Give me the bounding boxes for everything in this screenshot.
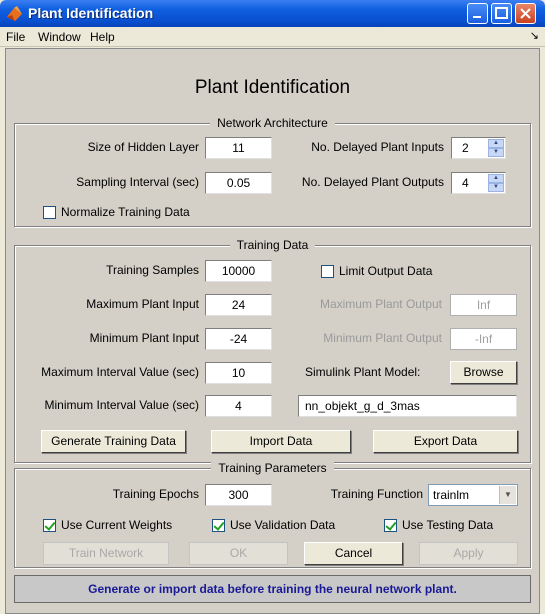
simulink-model-label: Simulink Plant Model:: [305, 365, 421, 379]
limit-output-checkbox[interactable]: Limit Output Data: [321, 264, 432, 278]
delayed-outputs-value: 4: [462, 176, 469, 190]
max-plant-output-label: Maximum Plant Output: [319, 297, 442, 311]
delayed-inputs-label: No. Delayed Plant Inputs: [311, 140, 444, 154]
use-testing-label: Use Testing Data: [402, 518, 494, 532]
training-function-select[interactable]: trainlm ▼: [428, 484, 518, 506]
hidden-layer-label: Size of Hidden Layer: [87, 140, 199, 154]
use-validation-checkbox[interactable]: Use Validation Data: [212, 518, 335, 532]
use-validation-label: Use Validation Data: [230, 518, 336, 532]
training-epochs-label: Training Epochs: [112, 487, 199, 501]
max-interval-label: Maximum Interval Value (sec): [41, 365, 199, 379]
close-icon: [520, 8, 531, 19]
sampling-interval-input[interactable]: 0.05: [205, 172, 272, 194]
panel-title-training-parameters: Training Parameters: [211, 461, 334, 475]
normalize-checkbox[interactable]: Normalize Training Data: [43, 205, 190, 219]
min-interval-label: Minimum Interval Value (sec): [44, 398, 200, 412]
import-data-button[interactable]: Import Data: [211, 430, 351, 453]
delayed-outputs-spinner[interactable]: 4 ▲ ▼: [451, 172, 506, 194]
train-network-button[interactable]: Train Network: [43, 542, 169, 565]
hidden-layer-input[interactable]: 11: [205, 137, 272, 159]
menu-bar: File Window Help ↘: [0, 27, 545, 47]
panel-title-training-data: Training Data: [229, 238, 316, 252]
page-title: Plant Identification: [194, 77, 351, 98]
training-parameters-panel: Training Parameters Training Epochs 300 …: [14, 461, 531, 568]
export-data-button[interactable]: Export Data: [373, 430, 518, 453]
dialog-content: Plant Identification Network Architectur…: [5, 48, 540, 614]
training-function-value: trainlm: [433, 488, 470, 502]
spin-up-icon[interactable]: ▲: [488, 174, 504, 183]
max-plant-output-field: Inf: [450, 294, 517, 316]
training-epochs-input[interactable]: 300: [205, 484, 272, 506]
chevron-down-icon[interactable]: ▼: [499, 486, 516, 504]
menu-window[interactable]: Window: [38, 30, 81, 44]
training-data-panel: Training Data Training Samples 10000 Lim…: [14, 238, 531, 463]
min-plant-input-field[interactable]: -24: [205, 328, 272, 350]
minimize-button[interactable]: [467, 3, 488, 24]
limit-output-label: Limit Output Data: [339, 264, 433, 278]
checkbox-checked-icon[interactable]: [384, 518, 397, 532]
delayed-inputs-spinner[interactable]: 2 ▲ ▼: [451, 137, 506, 159]
menu-file[interactable]: File: [6, 30, 25, 44]
min-plant-output-label: Minimum Plant Output: [323, 331, 442, 345]
max-plant-input-label: Maximum Plant Input: [86, 297, 199, 311]
ok-button[interactable]: OK: [189, 542, 288, 565]
status-message: Generate or import data before training …: [14, 575, 531, 603]
checkbox-unchecked-icon[interactable]: [43, 205, 56, 219]
sampling-interval-label: Sampling Interval (sec): [76, 175, 199, 189]
menu-overflow-icon[interactable]: ↘: [530, 29, 539, 42]
spin-down-icon[interactable]: ▼: [488, 148, 504, 157]
checkbox-checked-icon[interactable]: [43, 518, 56, 532]
max-plant-input-field[interactable]: 24: [205, 294, 272, 316]
spin-up-icon[interactable]: ▲: [488, 139, 504, 148]
min-plant-input-label: Minimum Plant Input: [89, 331, 199, 345]
max-interval-input[interactable]: 10: [205, 362, 272, 384]
training-samples-label: Training Samples: [106, 263, 199, 277]
minimize-icon: [473, 16, 481, 18]
generate-training-data-button[interactable]: Generate Training Data: [41, 430, 186, 453]
app-window: Plant Identification File Window Help ↘ …: [0, 0, 545, 614]
title-bar[interactable]: Plant Identification: [0, 0, 545, 27]
apply-button[interactable]: Apply: [419, 542, 518, 565]
menu-help[interactable]: Help: [90, 30, 115, 44]
use-current-weights-label: Use Current Weights: [61, 518, 173, 532]
panel-title-network-architecture: Network Architecture: [210, 116, 335, 130]
cancel-button[interactable]: Cancel: [304, 542, 403, 565]
maximize-icon: [495, 7, 508, 19]
training-function-label: Training Function: [330, 487, 423, 501]
matlab-logo-icon: [7, 6, 22, 21]
delayed-outputs-label: No. Delayed Plant Outputs: [301, 175, 444, 189]
maximize-button[interactable]: [491, 3, 512, 24]
window-title: Plant Identification: [28, 5, 154, 21]
delayed-inputs-value: 2: [462, 141, 469, 155]
network-architecture-panel: Network Architecture Size of Hidden Laye…: [14, 116, 531, 227]
use-current-weights-checkbox[interactable]: Use Current Weights: [43, 518, 172, 532]
simulink-model-input[interactable]: nn_objekt_g_d_3mas: [298, 395, 517, 417]
min-interval-input[interactable]: 4: [205, 395, 272, 417]
min-plant-output-field: -Inf: [450, 328, 517, 350]
use-testing-checkbox[interactable]: Use Testing Data: [384, 518, 493, 532]
spin-down-icon[interactable]: ▼: [488, 183, 504, 192]
normalize-label: Normalize Training Data: [61, 205, 190, 219]
close-button[interactable]: [515, 3, 536, 24]
checkbox-unchecked-icon[interactable]: [321, 264, 334, 278]
browse-button[interactable]: Browse: [450, 361, 517, 384]
training-samples-input[interactable]: 10000: [205, 260, 272, 282]
checkbox-checked-icon[interactable]: [212, 518, 225, 532]
